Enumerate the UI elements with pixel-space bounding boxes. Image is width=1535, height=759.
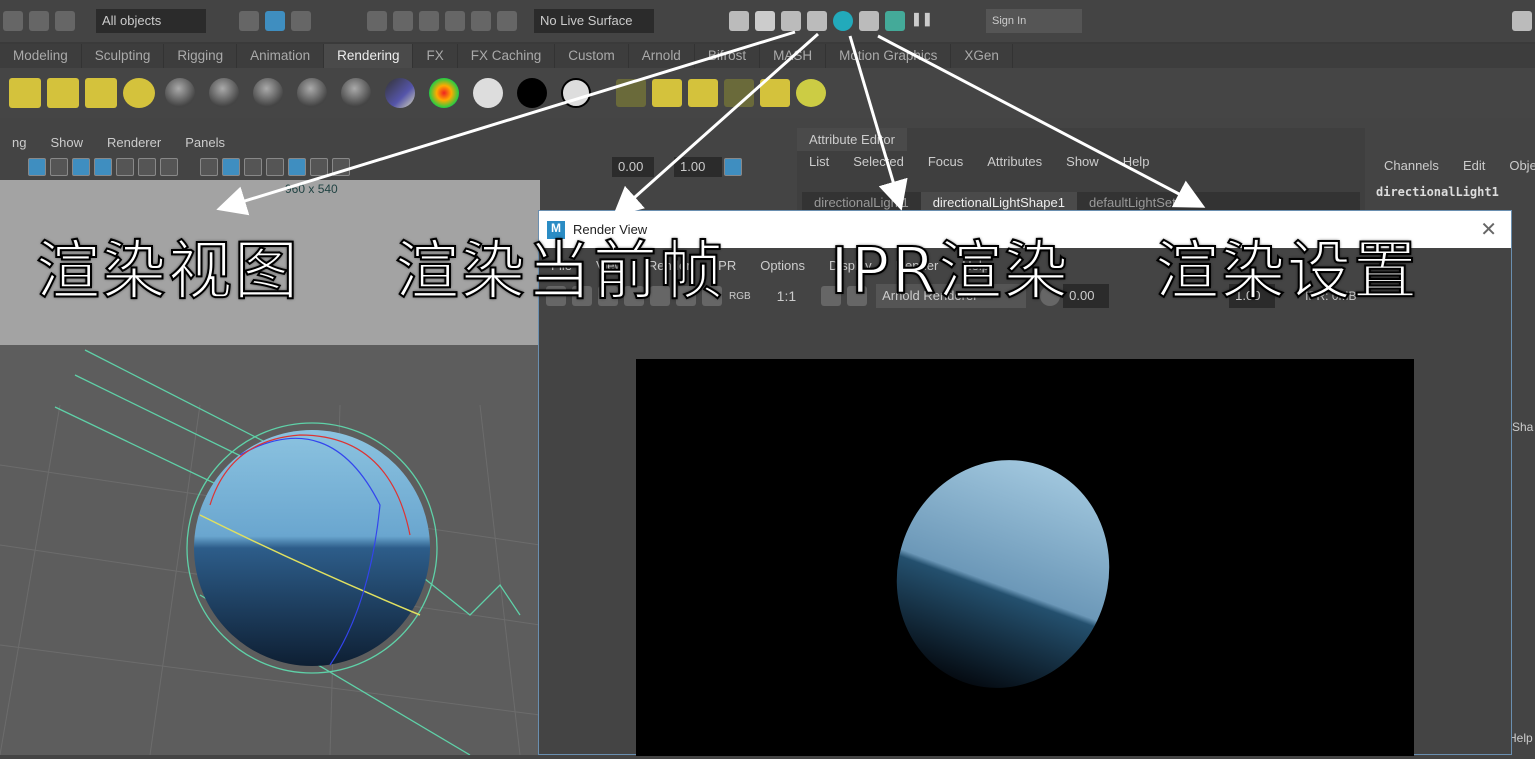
- annotation-arrows: [216, 30, 1206, 217]
- annotation-render-settings: 渲染设置: [1154, 234, 1419, 310]
- annotation-render-view: 渲染视图: [35, 234, 300, 310]
- annotation-render-current-frame: 渲染当前帧: [394, 234, 725, 310]
- annotation-ipr-render: IPR渲染: [829, 234, 1070, 310]
